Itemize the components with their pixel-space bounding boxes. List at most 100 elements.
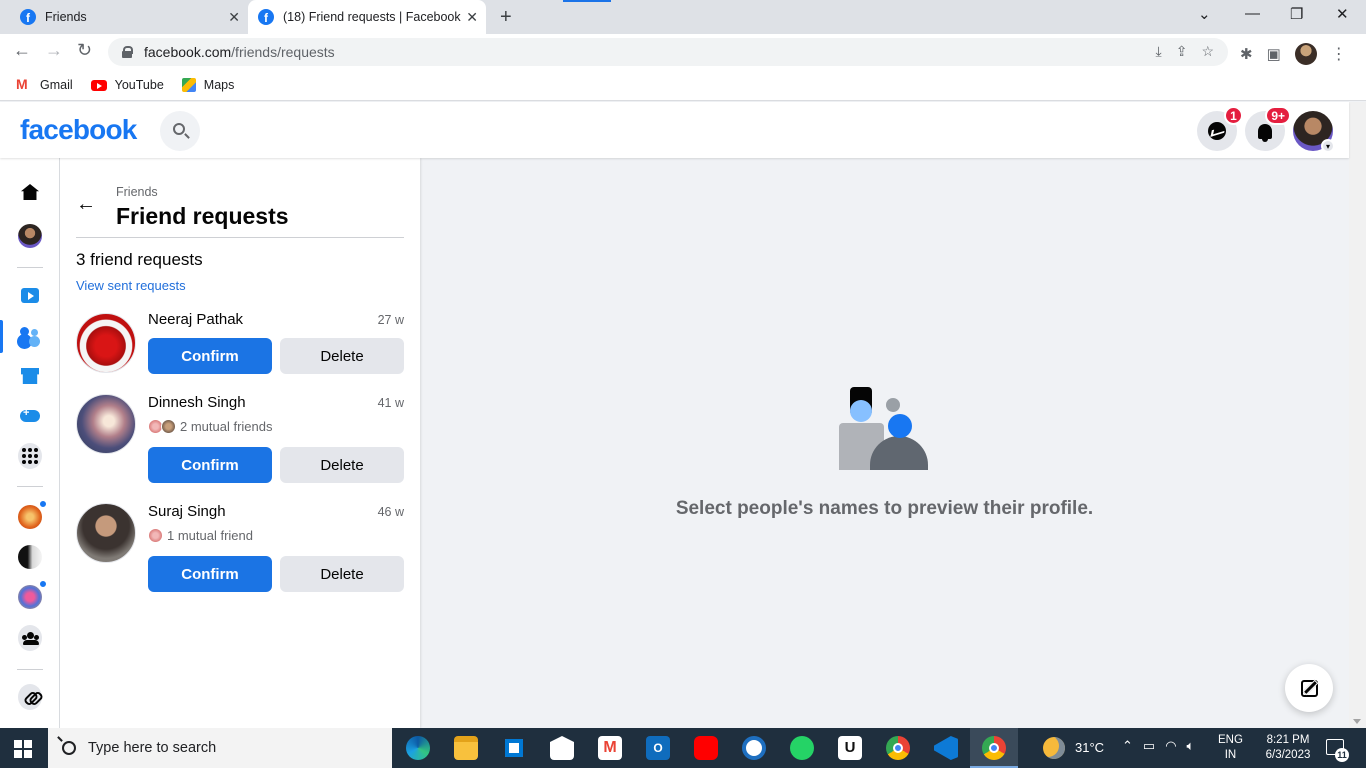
mail-icon[interactable] xyxy=(550,736,574,760)
whatsapp-icon[interactable] xyxy=(790,736,814,760)
chrome-icon[interactable] xyxy=(886,736,910,760)
rail-shortcut[interactable] xyxy=(18,499,48,529)
facebook-logo[interactable]: facebook xyxy=(20,114,137,146)
back-arrow-icon[interactable]: ← xyxy=(76,193,96,215)
request-time: 27 w xyxy=(377,313,404,327)
browser-tab-strip: f Friends ✕ f (18) Friend requests | Fac… xyxy=(0,0,1366,34)
youtube-icon[interactable] xyxy=(694,736,718,760)
messenger-button[interactable]: 1 xyxy=(1197,106,1243,151)
delete-button[interactable]: Delete xyxy=(280,338,404,374)
messenger-icon xyxy=(1208,122,1226,140)
weather-temperature[interactable]: 31°C xyxy=(1075,740,1104,755)
reload-icon[interactable]: ↻ xyxy=(77,40,92,61)
search-button[interactable] xyxy=(160,111,200,151)
new-message-button[interactable] xyxy=(1285,664,1333,712)
delete-button[interactable]: Delete xyxy=(280,447,404,483)
wordpress-icon[interactable] xyxy=(742,736,766,760)
requester-avatar[interactable] xyxy=(76,313,136,373)
side-panel-icon[interactable]: ▣ xyxy=(1267,45,1281,63)
system-tray: ⌃ ▭ ◠ 🔈︎ xyxy=(1122,738,1194,754)
friend-request-item[interactable]: Dinnesh Singh 41 w 2 mutual friends Conf… xyxy=(76,394,404,484)
edge-icon[interactable] xyxy=(406,736,430,760)
friend-request-item[interactable]: Neeraj Pathak 27 w Confirm Delete xyxy=(76,311,404,381)
tab-friends[interactable]: f Friends ✕ xyxy=(12,0,248,34)
close-tab-icon[interactable]: ✕ xyxy=(228,9,240,26)
close-tab-icon[interactable]: ✕ xyxy=(466,9,478,26)
friend-request-item[interactable]: Suraj Singh 46 w 1 mutual friend Confirm… xyxy=(76,503,404,593)
maps-icon xyxy=(181,78,196,92)
page-scrollbar[interactable] xyxy=(1349,102,1366,728)
file-explorer-icon[interactable] xyxy=(454,736,478,760)
unacademy-icon[interactable]: U xyxy=(838,736,862,760)
rail-shortcut[interactable] xyxy=(18,545,42,569)
requester-name[interactable]: Suraj Singh xyxy=(148,503,226,520)
requester-avatar[interactable] xyxy=(76,394,136,454)
rail-marketplace[interactable] xyxy=(18,364,42,388)
confirm-button[interactable]: Confirm xyxy=(148,447,272,483)
volume-icon[interactable]: 🔈︎ xyxy=(1187,738,1195,754)
mutual-friends[interactable]: 2 mutual friends xyxy=(148,419,273,434)
share-icon[interactable]: ⇪ xyxy=(1176,43,1188,60)
microsoft-store-icon[interactable] xyxy=(502,736,526,760)
facebook-favicon-icon: f xyxy=(20,9,36,25)
taskbar-search-box[interactable]: Type here to search xyxy=(48,728,392,768)
requester-avatar[interactable] xyxy=(76,503,136,563)
rail-home[interactable] xyxy=(18,180,42,204)
outlook-icon[interactable]: O xyxy=(646,736,670,760)
gmail-icon xyxy=(16,76,32,92)
rail-groups[interactable] xyxy=(18,625,42,651)
mutual-friends[interactable]: 1 mutual friend xyxy=(148,528,253,543)
confirm-button[interactable]: Confirm xyxy=(148,338,272,374)
view-sent-requests-link[interactable]: View sent requests xyxy=(76,278,186,293)
home-icon xyxy=(21,184,39,200)
battery-icon[interactable]: ▭ xyxy=(1143,738,1155,754)
menu-grid-icon xyxy=(18,443,42,469)
rail-link[interactable] xyxy=(18,684,42,710)
delete-button[interactable]: Delete xyxy=(280,556,404,592)
tab-title: Friends xyxy=(45,10,87,24)
account-avatar-button[interactable]: ▾ xyxy=(1293,111,1335,153)
tab-search-chevron-icon[interactable]: ⌄ xyxy=(1198,5,1211,23)
vscode-icon[interactable] xyxy=(934,736,958,760)
gmail-icon[interactable]: M xyxy=(598,736,622,760)
bookmark-gmail[interactable]: Gmail xyxy=(16,76,73,92)
chrome-profile-avatar[interactable] xyxy=(1294,43,1317,65)
bookmark-youtube[interactable]: YouTube xyxy=(90,78,164,92)
notifications-badge: 9+ xyxy=(1265,106,1291,125)
requester-name[interactable]: Neeraj Pathak xyxy=(148,311,243,328)
tab-friend-requests[interactable]: f (18) Friend requests | Facebook ✕ xyxy=(248,0,486,34)
rail-gaming[interactable] xyxy=(18,404,42,428)
rail-shortcut[interactable] xyxy=(18,579,48,609)
notifications-button[interactable]: 9+ xyxy=(1245,106,1291,151)
close-window-icon[interactable]: ✕ xyxy=(1336,5,1349,23)
restore-icon[interactable]: ❐ xyxy=(1290,5,1303,23)
windows-start-icon[interactable] xyxy=(14,740,32,758)
tray-chevron-up-icon[interactable]: ⌃ xyxy=(1122,738,1133,754)
chrome-menu-icon[interactable]: ⋮ xyxy=(1331,44,1347,64)
facebook-favicon-icon: f xyxy=(258,9,274,25)
address-bar[interactable]: facebook.com/friends/requests ⤓ ⇪ ☆ xyxy=(108,38,1228,66)
taskbar-clock[interactable]: 8:21 PM 6/3/2023 xyxy=(1256,733,1320,763)
rail-menu[interactable] xyxy=(18,443,42,469)
breadcrumb[interactable]: Friends xyxy=(116,185,158,199)
browser-toolbar: ← → ↻ facebook.com/friends/requests ⤓ ⇪ … xyxy=(0,34,1366,70)
profile-preview-area: Select people's names to preview their p… xyxy=(420,158,1349,728)
new-tab-plus-icon[interactable]: + xyxy=(500,6,512,29)
lock-icon[interactable] xyxy=(122,46,133,58)
extensions-puzzle-icon[interactable]: ✱ xyxy=(1240,45,1253,63)
weather-icon[interactable] xyxy=(1043,737,1065,759)
back-icon[interactable]: ← xyxy=(13,40,31,61)
rail-friends[interactable] xyxy=(18,324,42,348)
rail-profile[interactable] xyxy=(18,224,42,248)
input-language[interactable]: ENG IN xyxy=(1218,733,1243,763)
install-icon[interactable]: ⤓ xyxy=(1156,43,1162,60)
confirm-button[interactable]: Confirm xyxy=(148,556,272,592)
requester-name[interactable]: Dinnesh Singh xyxy=(148,394,246,411)
wifi-icon[interactable]: ◠ xyxy=(1165,738,1176,754)
forward-icon[interactable]: → xyxy=(45,40,63,61)
bookmark-maps[interactable]: Maps xyxy=(181,78,234,92)
chrome-active-icon[interactable] xyxy=(982,736,1006,760)
bookmark-star-icon[interactable]: ☆ xyxy=(1201,43,1214,60)
minimize-icon[interactable]: — xyxy=(1245,5,1260,22)
rail-watch[interactable] xyxy=(18,283,42,307)
